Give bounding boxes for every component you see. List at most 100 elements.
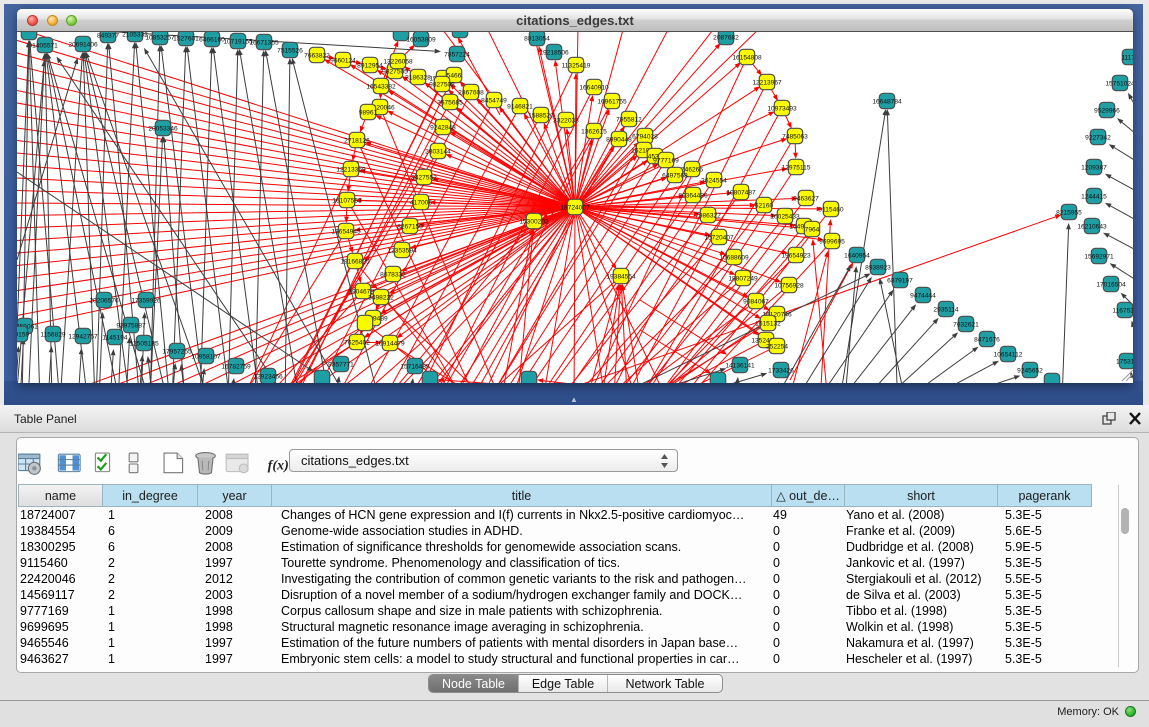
- svg-text:20364436: 20364436: [678, 192, 708, 199]
- svg-text:9227342: 9227342: [1085, 134, 1111, 141]
- svg-text:20053346: 20053346: [148, 125, 178, 132]
- svg-text:1640954: 1640954: [844, 252, 870, 259]
- svg-text:9827508: 9827508: [429, 81, 455, 88]
- svg-text:8427552: 8427552: [411, 174, 437, 181]
- svg-text:1244415: 1244415: [1081, 193, 1107, 200]
- svg-text:1145194: 1145194: [102, 334, 128, 341]
- svg-text:2935114: 2935114: [933, 306, 959, 313]
- svg-text:12213369: 12213369: [336, 166, 366, 173]
- svg-text:18724007: 18724007: [560, 204, 590, 211]
- svg-text:19218506: 19218506: [539, 49, 569, 56]
- svg-text:8678332: 8678332: [380, 271, 406, 278]
- svg-text:1362615: 1362615: [581, 128, 607, 135]
- svg-text:252254: 252254: [766, 343, 788, 350]
- svg-text:11173: 11173: [1121, 54, 1133, 61]
- svg-text:1588520: 1588520: [528, 112, 554, 119]
- svg-text:17957255: 17957255: [162, 348, 192, 355]
- svg-text:16543382: 16543382: [366, 83, 396, 90]
- svg-text:20691406: 20691406: [68, 41, 98, 48]
- svg-text:7625402: 7625402: [344, 339, 370, 346]
- svg-text:9463627: 9463627: [793, 195, 819, 202]
- svg-text:9242848: 9242848: [430, 124, 456, 131]
- svg-text:2087682: 2087682: [713, 34, 739, 41]
- svg-text:6497568: 6497568: [662, 172, 688, 179]
- svg-text:12213967: 12213967: [752, 79, 782, 86]
- svg-text:9084067: 9084067: [743, 298, 769, 305]
- svg-text:8186328: 8186328: [405, 74, 431, 81]
- svg-text:3498222: 3498222: [368, 294, 394, 301]
- svg-text:16782759: 16782759: [221, 363, 251, 370]
- svg-text:15716485: 15716485: [400, 363, 430, 370]
- svg-text:16671355: 16671355: [249, 39, 279, 46]
- svg-text:16154808: 16154808: [732, 54, 762, 61]
- svg-text:17016504: 17016504: [1096, 281, 1126, 288]
- svg-text:10807487: 10807487: [726, 189, 756, 196]
- svg-text:10756928: 10756928: [774, 282, 804, 289]
- svg-text:10958107: 10958107: [191, 353, 221, 360]
- svg-text:2867608: 2867608: [458, 89, 484, 96]
- svg-text:12923466: 12923466: [253, 373, 283, 380]
- svg-text:175314: 175314: [1116, 358, 1133, 365]
- svg-text:7955812: 7955812: [616, 116, 642, 123]
- svg-text:15692971: 15692971: [1084, 253, 1114, 260]
- svg-text:1156829: 1156829: [40, 331, 66, 338]
- svg-text:8938923: 8938923: [865, 264, 891, 271]
- svg-text:12353594: 12353594: [387, 247, 417, 254]
- svg-text:16107553: 16107553: [332, 197, 362, 204]
- svg-text:9115460: 9115460: [818, 206, 844, 213]
- svg-text:1209387: 1209387: [1081, 164, 1107, 171]
- svg-text:f(x): f(x): [268, 457, 289, 473]
- svg-text:10973493: 10973493: [767, 105, 797, 112]
- svg-text:16053809: 16053809: [406, 36, 436, 43]
- svg-text:20206576: 20206576: [89, 297, 119, 304]
- svg-text:8813054: 8813054: [524, 35, 550, 42]
- svg-text:849377: 849377: [97, 32, 119, 39]
- svg-text:7515526: 7515526: [277, 47, 303, 54]
- svg-text:9245652: 9245652: [1017, 367, 1043, 374]
- svg-text:16648784: 16648784: [872, 98, 902, 105]
- svg-text:7857224: 7857224: [444, 51, 470, 58]
- svg-text:98961: 98961: [359, 109, 378, 116]
- svg-text:2105332: 2105332: [122, 32, 148, 38]
- svg-text:9857771: 9857771: [328, 361, 354, 368]
- svg-text:8215955: 8215955: [1056, 209, 1082, 216]
- svg-text:7632621: 7632621: [953, 321, 979, 328]
- svg-text:14136141: 14136141: [725, 362, 755, 369]
- svg-text:17359926: 17359926: [131, 297, 161, 304]
- svg-text:3675685: 3675685: [437, 99, 463, 106]
- svg-text:8267150: 8267150: [397, 223, 423, 230]
- svg-text:2718126: 2718126: [344, 137, 370, 144]
- svg-text:6879197: 6879197: [887, 277, 913, 284]
- svg-text:18807249: 18807249: [728, 275, 758, 282]
- svg-text:12975115: 12975115: [782, 164, 811, 171]
- svg-text:6794028: 6794028: [632, 133, 658, 140]
- svg-text:7964: 7964: [805, 226, 820, 233]
- svg-text:1405571: 1405571: [32, 42, 58, 49]
- svg-text:16640910: 16640910: [579, 84, 609, 91]
- svg-text:62160: 62160: [755, 202, 774, 209]
- svg-text:39159: 39159: [17, 331, 29, 338]
- svg-text:3624554: 3624554: [701, 177, 727, 184]
- svg-text:1167533: 1167533: [1112, 307, 1133, 314]
- svg-text:16210643: 16210643: [1077, 223, 1107, 230]
- svg-text:19384554: 19384554: [606, 273, 636, 280]
- svg-text:8471676: 8471676: [974, 336, 1000, 343]
- svg-text:16961755: 16961755: [597, 98, 627, 105]
- svg-text:417006: 417006: [410, 199, 432, 206]
- svg-text:16914479: 16914479: [375, 340, 405, 347]
- svg-text:8912954: 8912954: [357, 62, 383, 69]
- svg-text:15300203: 15300203: [519, 218, 549, 225]
- svg-text:8990448: 8990448: [606, 136, 632, 143]
- svg-text:9777169: 9777169: [653, 157, 679, 164]
- svg-text:19654945: 19654945: [331, 228, 361, 235]
- svg-text:15751024: 15751024: [1105, 80, 1133, 87]
- svg-text:9146821: 9146821: [507, 103, 533, 110]
- svg-text:9529966: 9529966: [1094, 107, 1120, 114]
- svg-text:2803144: 2803144: [425, 148, 451, 155]
- svg-text:6466160: 6466160: [199, 36, 225, 43]
- svg-text:9699695: 9699695: [819, 238, 845, 245]
- svg-text:10688609: 10688609: [719, 254, 749, 261]
- svg-text:10853257: 10853257: [145, 34, 175, 41]
- svg-text:19654923: 19654923: [781, 252, 811, 259]
- svg-text:7986322: 7986322: [695, 212, 721, 219]
